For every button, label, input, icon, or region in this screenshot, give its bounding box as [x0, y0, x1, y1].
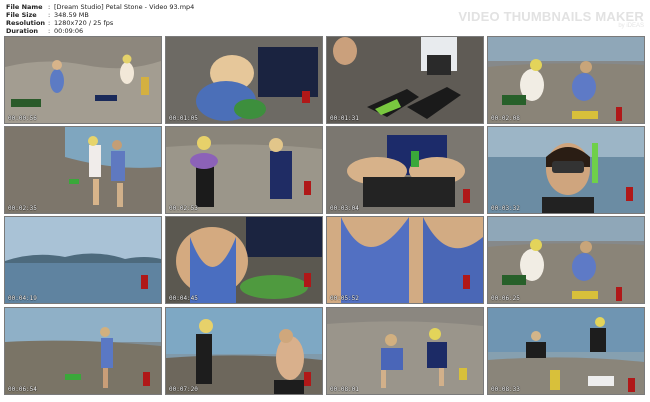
- thumbnail-15[interactable]: 00:08:01: [326, 307, 484, 395]
- thumbnail-4[interactable]: 00:02:08: [487, 36, 645, 124]
- thumbnail-timestamp: 00:02:08: [491, 115, 520, 122]
- thumbnail-timestamp: 00:02:35: [8, 205, 37, 212]
- thumbnail-image: [488, 217, 644, 303]
- thumbnail-2[interactable]: 00:01:05: [165, 36, 323, 124]
- thumbnail-timestamp: 00:02:53: [169, 205, 198, 212]
- thumbnail-image: [166, 127, 322, 213]
- thumbnail-14[interactable]: 00:07:20: [165, 307, 323, 395]
- thumbnail-image: [327, 217, 483, 303]
- thumbnail-timestamp: 00:04:19: [8, 295, 37, 302]
- thumbnail-image: [327, 127, 483, 213]
- thumbnail-image: [166, 217, 322, 303]
- thumbnail-11[interactable]: 00:05:52: [326, 216, 484, 304]
- thumbnail-9[interactable]: 00:04:19: [4, 216, 162, 304]
- thumbnail-12[interactable]: 00:06:25: [487, 216, 645, 304]
- thumbnail-image: [5, 308, 161, 394]
- thumbnail-timestamp: 00:03:32: [491, 205, 520, 212]
- thumbnail-image: [5, 217, 161, 303]
- thumbnail-5[interactable]: 00:02:35: [4, 126, 162, 214]
- thumbnail-16[interactable]: 00:08:33: [487, 307, 645, 395]
- thumbnail-10[interactable]: 00:04:45: [165, 216, 323, 304]
- thumbnail-timestamp: 00:00:56: [8, 115, 37, 122]
- thumbnail-timestamp: 00:05:52: [330, 295, 359, 302]
- thumbnail-timestamp: 00:04:45: [169, 295, 198, 302]
- thumbnail-image: [488, 37, 644, 123]
- thumbnail-image: [166, 37, 322, 123]
- thumbnail-3[interactable]: 00:01:31: [326, 36, 484, 124]
- thumbnail-image: [488, 308, 644, 394]
- thumbnail-timestamp: 00:08:33: [491, 386, 520, 393]
- thumbnail-image: [5, 37, 161, 123]
- thumbnail-image: [327, 308, 483, 394]
- thumbnail-timestamp: 00:06:54: [8, 386, 37, 393]
- thumbnail-image: [327, 37, 483, 123]
- thumbnail-timestamp: 00:08:01: [330, 386, 359, 393]
- thumbnail-timestamp: 00:01:05: [169, 115, 198, 122]
- thumbnail-timestamp: 00:01:31: [330, 115, 359, 122]
- thumbnail-7[interactable]: 00:03:04: [326, 126, 484, 214]
- thumbnail-timestamp: 00:07:20: [169, 386, 198, 393]
- thumbnail-1[interactable]: 00:00:56: [4, 36, 162, 124]
- thumbnail-8[interactable]: 00:03:32: [487, 126, 645, 214]
- thumbnail-6[interactable]: 00:02:53: [165, 126, 323, 214]
- thumbnail-13[interactable]: 00:06:54: [4, 307, 162, 395]
- thumbnail-grid: 00:00:56 00:01:05 00:01:31 00:02:08 00:02:35…: [0, 0, 650, 402]
- thumbnail-timestamp: 00:06:25: [491, 295, 520, 302]
- thumbnail-timestamp: 00:03:04: [330, 205, 359, 212]
- thumbnail-image: [488, 127, 644, 213]
- thumbnail-image: [5, 127, 161, 213]
- thumbnail-image: [166, 308, 322, 394]
